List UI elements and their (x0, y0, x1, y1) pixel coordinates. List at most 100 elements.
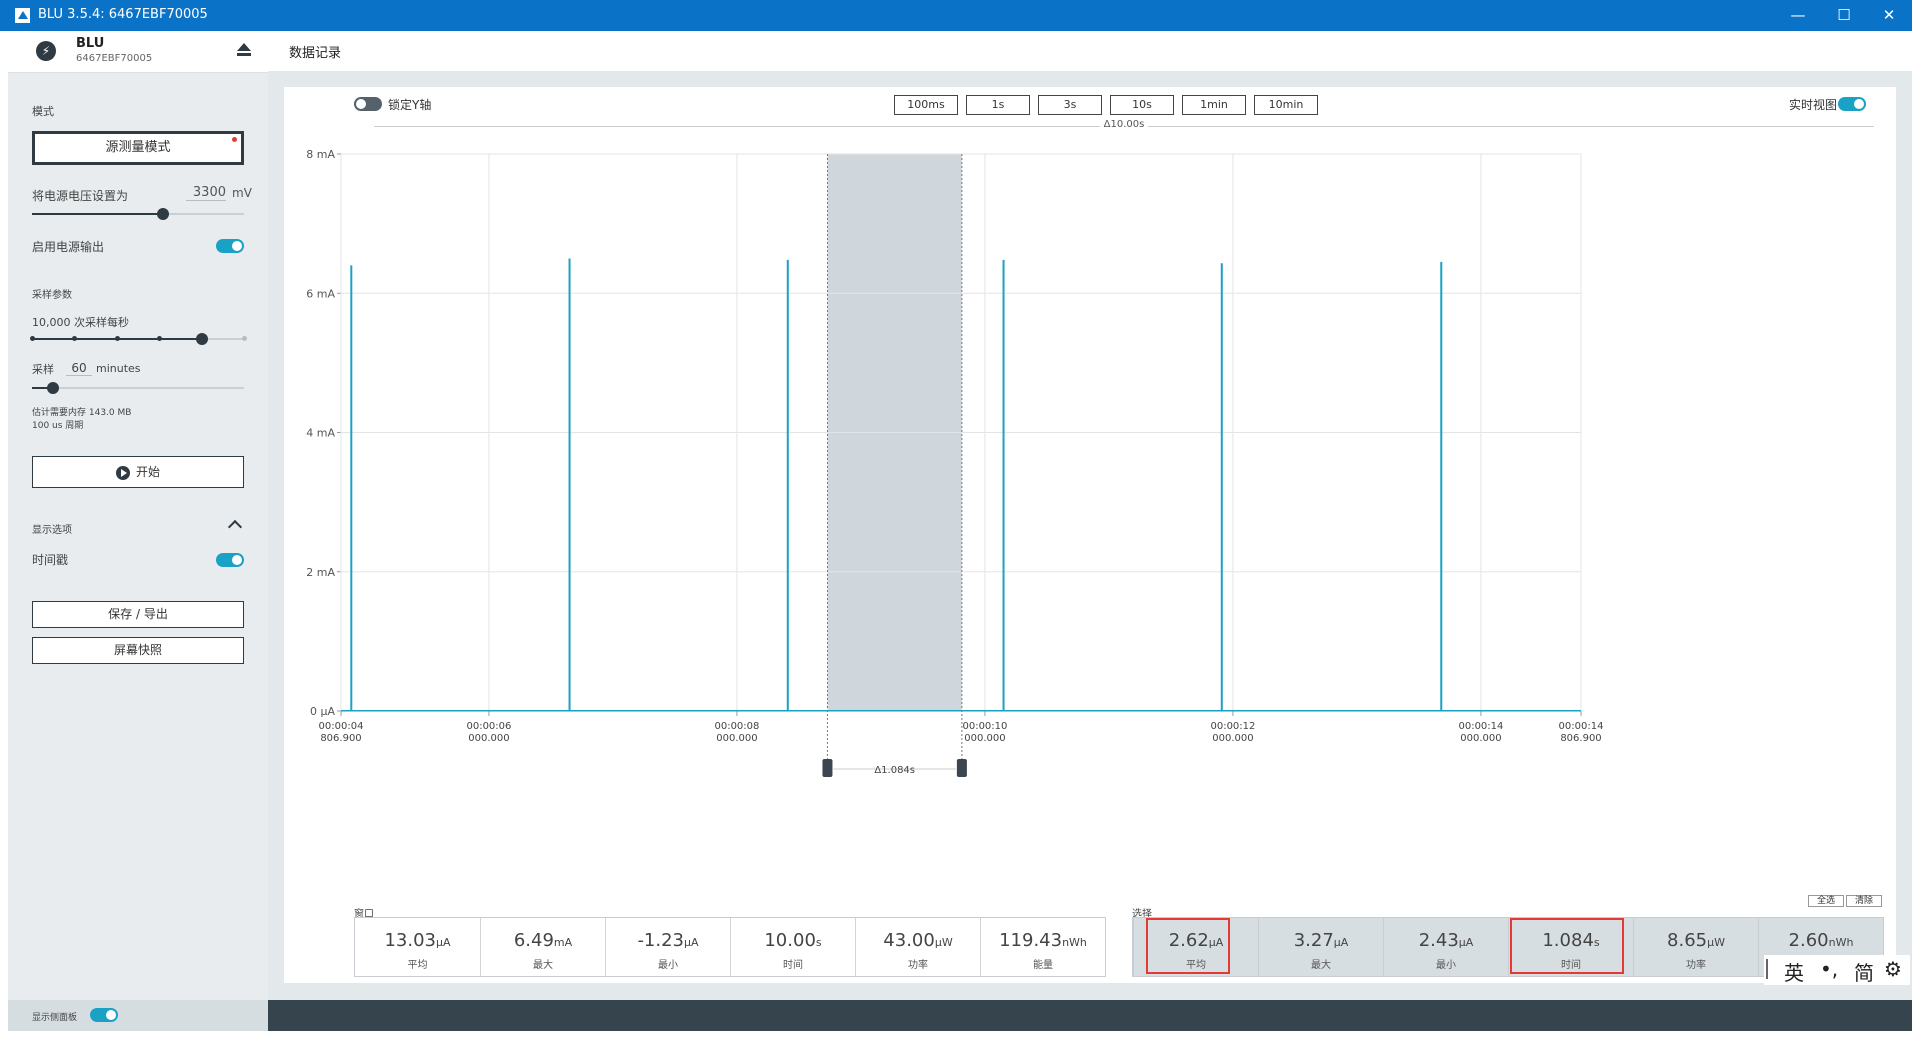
mode-button-label: 源测量模式 (105, 140, 171, 155)
timestamp-toggle[interactable] (216, 553, 244, 567)
x-tick-sublabel: 000.000 (1212, 733, 1253, 744)
page-title: 数据记录 (289, 46, 342, 61)
selection-stat-unit: nWh (1828, 936, 1854, 949)
x-tick-sublabel: 806.900 (320, 733, 361, 744)
window-title: BLU 3.5.4: 6467EBF70005 (38, 7, 208, 22)
y-tick-label: 2 mA (306, 566, 335, 579)
window-stat-value: 6.49mA (513, 930, 573, 951)
close-button[interactable]: ✕ (1866, 0, 1912, 31)
window-stat-label: 能量 (1033, 960, 1053, 971)
sidebar: ⚡ BLU 6467EBF70005 模式 源测量模式 将电源电压设置为 330… (8, 31, 268, 1031)
window-stat: 10.00s 时间 (730, 918, 855, 976)
window-stat-label: 最大 (533, 960, 553, 971)
window-stat-value: 10.00s (764, 930, 822, 951)
window-stat-unit: s (815, 936, 822, 949)
power-output-label: 启用电源输出 (32, 240, 105, 254)
voltage-slider-handle[interactable] (157, 208, 170, 220)
selection-stat-unit: μA (1458, 936, 1474, 949)
x-tick-label: 00:00:12 (1210, 721, 1255, 732)
app-logo-icon (15, 8, 30, 23)
select-all-button[interactable]: 全选 (1808, 895, 1844, 907)
selection-stat-label: 最小 (1436, 960, 1456, 971)
ime-punctuation[interactable]: •, (1820, 957, 1838, 981)
ime-mode[interactable]: 简 (1854, 957, 1874, 986)
duration-input[interactable]: 60 (66, 361, 92, 376)
window-stat: -1.23μA 最小 (605, 918, 730, 976)
window-stats: 13.03μA 平均 6.49mA 最大 -1.23μA 最小 10.00s 时间 43.00μ… (354, 917, 1106, 977)
selection-stat-value: 3.27μA (1293, 930, 1349, 951)
screenshot-button[interactable]: 屏幕快照 (32, 637, 244, 664)
chart-panel: 锁定Y轴 100ms 1s 3s 10s 1min 10min 实时视图 Δ10… (284, 87, 1896, 983)
chevron-up-icon[interactable] (227, 519, 243, 535)
eject-icon[interactable] (236, 43, 252, 59)
rate-step-tick[interactable] (242, 336, 247, 341)
power-output-toggle[interactable] (216, 239, 244, 253)
duration-slider-handle[interactable] (47, 382, 60, 394)
window-stat-label: 最小 (658, 960, 678, 971)
highlight-time-box (1510, 918, 1624, 974)
x-tick-label: 00:00:14 (1559, 721, 1604, 732)
rate-step-tick[interactable] (114, 336, 120, 341)
rate-step-tick[interactable] (30, 336, 35, 341)
sampling-label: 采样参数 (32, 290, 72, 301)
duration-prefix: 采样 (32, 363, 54, 376)
window-stat-unit: μA (436, 936, 451, 949)
window-stat-label: 功率 (908, 960, 928, 971)
sample-rate-slider-handle[interactable] (195, 333, 208, 345)
source-meter-mode-button[interactable]: 源测量模式 (32, 131, 244, 165)
voltage-slider[interactable] (32, 208, 244, 220)
highlight-average-box (1146, 918, 1230, 974)
window-stat: 119.43nWh 能量 (980, 918, 1105, 976)
x-tick-label: 00:00:06 (466, 721, 511, 732)
minimize-button[interactable]: — (1775, 0, 1821, 31)
ime-language[interactable]: 英 (1784, 957, 1804, 986)
mode-label: 模式 (32, 105, 54, 118)
window-stat-value: 13.03μA (384, 930, 451, 951)
x-tick-label: 00:00:10 (962, 721, 1007, 732)
y-tick-label: 6 mA (306, 287, 335, 300)
x-tick-sublabel: 000.000 (716, 733, 757, 744)
sample-period: 100 us 周期 (32, 421, 84, 431)
start-button-label: 开始 (135, 465, 160, 479)
voltage-unit: mV (232, 186, 252, 200)
selection-stat-value: 2.60nWh (1788, 930, 1854, 951)
show-side-panel-label: 显示侧面板 (32, 1013, 78, 1023)
window-stat-unit: μW (934, 936, 953, 949)
device-name: BLU (76, 36, 105, 51)
gear-icon[interactable]: ⚙ (1884, 957, 1902, 981)
x-tick-sublabel: 000.000 (1460, 733, 1501, 744)
rate-step-tick[interactable] (157, 336, 163, 341)
show-side-panel-toggle[interactable] (90, 1008, 118, 1022)
y-tick-label: 0 μA (310, 705, 335, 718)
window-stat: 43.00μW 功率 (855, 918, 980, 976)
display-options-label: 显示选项 (32, 525, 72, 536)
cursor-left-handle[interactable] (822, 759, 833, 777)
duration-slider[interactable] (32, 382, 244, 394)
selection-stat-unit: μA (1333, 936, 1349, 949)
ime-toolbar[interactable]: 英 •, 简 ⚙ (1764, 955, 1910, 985)
window-stat-value: 119.43nWh (999, 930, 1087, 951)
current-chart[interactable]: 0 μA2 mA4 mA6 mA8 mA00:00:04806.90000:00… (284, 87, 1896, 917)
selection-stat-unit: μW (1707, 936, 1725, 949)
selection-stat: 8.65μW 功率 (1633, 918, 1758, 976)
x-tick-label: 00:00:08 (714, 721, 759, 732)
window-stat: 13.03μA 平均 (355, 918, 480, 976)
start-button[interactable]: 开始 (32, 456, 244, 488)
cursor-right-handle[interactable] (956, 759, 967, 777)
device-serial: 6467EBF70005 (76, 53, 153, 64)
status-bar (268, 1000, 1912, 1031)
active-dot-icon (232, 137, 237, 142)
window-stat-label: 平均 (407, 960, 428, 971)
main-area: 数据记录 锁定Y轴 100ms 1s 3s 10s 1min 10min 实时视… (268, 31, 1912, 1031)
maximize-button[interactable]: ☐ (1821, 0, 1867, 31)
main-header: 数据记录 (268, 31, 1912, 71)
clear-selection-button[interactable]: 清除 (1846, 895, 1882, 907)
sample-rate-label: 10,000 次采样每秒 (32, 316, 129, 329)
rate-step-tick[interactable] (72, 336, 78, 341)
save-export-button[interactable]: 保存 / 导出 (32, 601, 244, 628)
duration-unit: minutes (96, 362, 141, 375)
voltage-input[interactable]: 3300 (186, 185, 226, 201)
window-stat-value: 43.00μW (883, 930, 953, 951)
window-stat-label: 时间 (783, 960, 803, 971)
sample-rate-slider[interactable] (30, 333, 247, 345)
